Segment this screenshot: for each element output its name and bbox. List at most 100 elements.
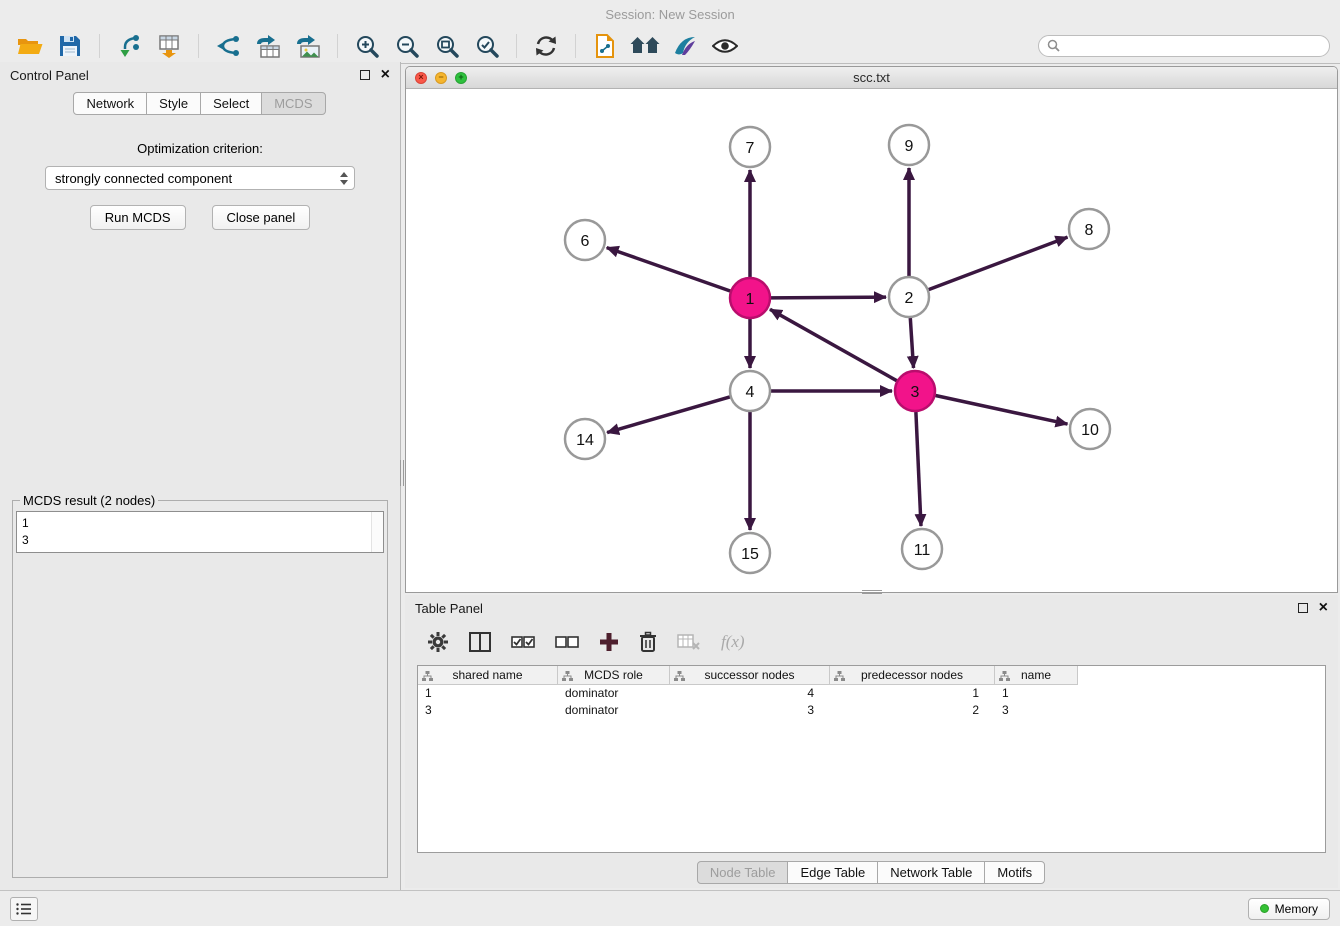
apply-layout-button[interactable] bbox=[529, 31, 563, 61]
delete-table-icon bbox=[677, 633, 701, 651]
save-session-button[interactable] bbox=[53, 31, 87, 61]
zoom-in-button[interactable] bbox=[350, 31, 384, 61]
network-edge-2-8[interactable] bbox=[929, 237, 1068, 290]
column-header-predecessor-nodes[interactable]: predecessor nodes bbox=[830, 666, 995, 685]
toolbar-separator bbox=[198, 34, 199, 58]
network-node-3[interactable]: 3 bbox=[895, 371, 935, 411]
network-window-title: scc.txt bbox=[406, 70, 1337, 85]
node-table: shared nameMCDS rolesuccessor nodesprede… bbox=[417, 665, 1326, 853]
zoom-selected-button[interactable] bbox=[470, 31, 504, 61]
function-builder-button[interactable]: f(x) bbox=[721, 632, 745, 652]
network-edge-1-6[interactable] bbox=[607, 248, 731, 291]
network-node-4[interactable]: 4 bbox=[730, 371, 770, 411]
export-network-button[interactable] bbox=[211, 31, 245, 61]
close-window-button[interactable]: × bbox=[415, 72, 427, 84]
search-box bbox=[1038, 35, 1330, 57]
close-panel-button[interactable]: Close panel bbox=[212, 205, 311, 230]
add-column-button[interactable] bbox=[599, 632, 619, 652]
criterion-select-value: strongly connected component bbox=[55, 171, 232, 186]
style-button[interactable] bbox=[668, 31, 702, 61]
tab-select[interactable]: Select bbox=[200, 92, 262, 115]
network-canvas[interactable]: 7 9 6 8 1 2 4 3 14 10 15 11 bbox=[406, 89, 1337, 592]
mcds-result-list[interactable]: 13 bbox=[16, 511, 384, 553]
delete-table-button[interactable] bbox=[677, 633, 701, 651]
search-input[interactable] bbox=[1065, 38, 1321, 54]
vertical-splitter[interactable] bbox=[398, 460, 405, 486]
float-panel-icon[interactable] bbox=[1298, 603, 1308, 613]
tab-edge-table[interactable]: Edge Table bbox=[787, 861, 878, 884]
houses-icon bbox=[630, 35, 660, 57]
mcds-result-fieldset: MCDS result (2 nodes) 13 bbox=[12, 493, 388, 878]
clone-network-button[interactable] bbox=[588, 31, 622, 61]
deselect-all-rows-button[interactable] bbox=[555, 634, 579, 650]
unchecked-boxes-icon bbox=[555, 634, 579, 650]
network-node-8[interactable]: 8 bbox=[1069, 209, 1109, 249]
control-panel-title: Control Panel bbox=[10, 68, 89, 83]
horizontal-splitter[interactable] bbox=[862, 588, 882, 595]
first-neighbors-button[interactable] bbox=[628, 31, 662, 61]
column-header-MCDS-role[interactable]: MCDS role bbox=[558, 666, 670, 685]
export-image-icon bbox=[295, 34, 321, 58]
table-row[interactable]: 3dominator323 bbox=[418, 702, 1325, 719]
table-settings-button[interactable] bbox=[427, 631, 449, 653]
close-panel-icon[interactable]: × bbox=[1319, 600, 1328, 616]
table-row[interactable]: 1dominator411 bbox=[418, 685, 1325, 702]
export-image-button[interactable] bbox=[291, 31, 325, 61]
memory-label: Memory bbox=[1275, 902, 1318, 916]
svg-text:2: 2 bbox=[905, 290, 914, 307]
zoom-window-button[interactable]: + bbox=[455, 72, 467, 84]
run-mcds-button[interactable]: Run MCDS bbox=[90, 205, 186, 230]
network-node-10[interactable]: 10 bbox=[1070, 409, 1110, 449]
network-edge-4-14[interactable] bbox=[607, 397, 730, 433]
zoom-out-button[interactable] bbox=[390, 31, 424, 61]
export-table-button[interactable] bbox=[251, 31, 285, 61]
zoom-fit-button[interactable] bbox=[430, 31, 464, 61]
memory-button[interactable]: Memory bbox=[1248, 898, 1330, 920]
tab-network[interactable]: Network bbox=[73, 92, 147, 115]
task-history-button[interactable] bbox=[10, 897, 38, 921]
network-edge-3-10[interactable] bbox=[936, 396, 1068, 425]
column-header-shared-name[interactable]: shared name bbox=[418, 666, 558, 685]
column-header-successor-nodes[interactable]: successor nodes bbox=[670, 666, 830, 685]
network-node-14[interactable]: 14 bbox=[565, 419, 605, 459]
network-node-15[interactable]: 15 bbox=[730, 533, 770, 573]
column-selector-button[interactable] bbox=[469, 632, 491, 652]
tab-network-table[interactable]: Network Table bbox=[877, 861, 985, 884]
import-network-button[interactable] bbox=[112, 31, 146, 61]
network-edge-2-3[interactable] bbox=[910, 318, 913, 368]
select-stepper-icon bbox=[340, 172, 348, 185]
network-edge-1-2[interactable] bbox=[771, 297, 886, 298]
close-panel-icon[interactable]: × bbox=[381, 67, 390, 83]
network-node-11[interactable]: 11 bbox=[902, 529, 942, 569]
tab-node-table[interactable]: Node Table bbox=[697, 861, 789, 884]
network-edge-3-1[interactable] bbox=[770, 309, 897, 380]
window-titlebar: Session: New Session bbox=[0, 0, 1340, 28]
float-panel-icon[interactable] bbox=[360, 70, 370, 80]
table-cell: 3 bbox=[995, 702, 1078, 719]
network-edge-3-11[interactable] bbox=[916, 412, 921, 526]
show-hide-graphics-button[interactable] bbox=[708, 31, 742, 61]
table-cell: 3 bbox=[670, 702, 830, 719]
open-session-button[interactable] bbox=[13, 31, 47, 61]
zoom-fit-icon bbox=[435, 34, 459, 58]
network-node-7[interactable]: 7 bbox=[730, 127, 770, 167]
network-node-1[interactable]: 1 bbox=[730, 278, 770, 318]
tab-mcds[interactable]: MCDS bbox=[261, 92, 325, 115]
result-scrollbar[interactable] bbox=[371, 512, 383, 552]
minimize-window-button[interactable]: − bbox=[435, 72, 447, 84]
delete-column-button[interactable] bbox=[639, 631, 657, 653]
zoom-in-icon bbox=[355, 34, 379, 58]
control-panel-header: Control Panel × bbox=[0, 62, 400, 88]
network-node-6[interactable]: 6 bbox=[565, 220, 605, 260]
tab-style[interactable]: Style bbox=[146, 92, 201, 115]
criterion-select[interactable]: strongly connected component bbox=[45, 166, 355, 190]
network-node-2[interactable]: 2 bbox=[889, 277, 929, 317]
import-table-button[interactable] bbox=[152, 31, 186, 61]
optimization-criterion-label: Optimization criterion: bbox=[10, 141, 390, 156]
column-header-name[interactable]: name bbox=[995, 666, 1078, 685]
select-all-rows-button[interactable] bbox=[511, 634, 535, 650]
network-node-9[interactable]: 9 bbox=[889, 125, 929, 165]
tab-motifs[interactable]: Motifs bbox=[984, 861, 1045, 884]
app-window: Session: New Session bbox=[0, 0, 1340, 926]
import-network-icon bbox=[117, 34, 141, 58]
